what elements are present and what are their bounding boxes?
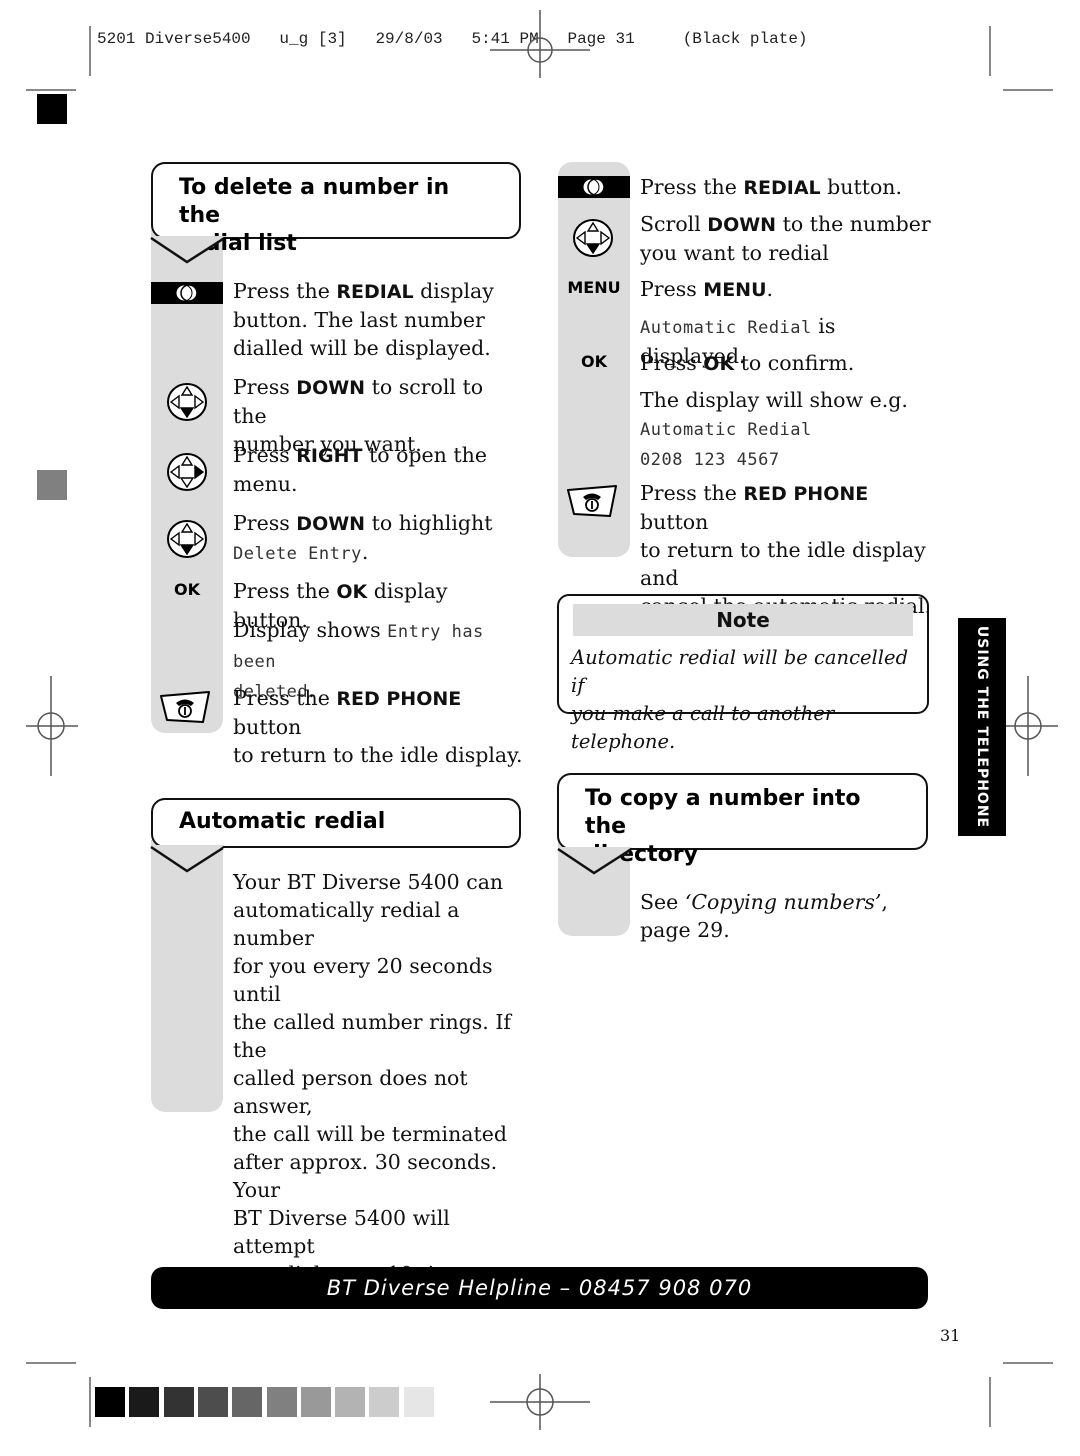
registration-mark-icon [26, 676, 78, 776]
ok-key-label: OK [581, 352, 607, 371]
red-phone-icon [160, 691, 210, 723]
calibration-swatch [300, 1387, 331, 1417]
crop-mark [26, 89, 76, 91]
lcd-text: Delete Entry [233, 544, 362, 564]
chapter-tab[interactable]: USING THE TELEPHONE [958, 618, 1006, 836]
header-pointer [557, 847, 632, 875]
redial-button-bar [558, 176, 630, 198]
auto-redial-description: Your BT Diverse 5400 can automatically re… [233, 868, 533, 1288]
step-text: Scroll DOWN to the number you want to red… [640, 212, 931, 265]
redial-icon [175, 284, 198, 302]
calibration-swatch [163, 1387, 194, 1417]
step-text: The display will show e.g. Automatic Redi… [640, 388, 908, 470]
crop-mark [89, 26, 91, 76]
print-slug: 5201 Diverse5400 u_g [3] 29/8/03 5:41 PM… [97, 30, 808, 48]
black-crop-square [37, 94, 67, 124]
note-box: Note Automatic redial will be cancelled … [557, 594, 929, 753]
registration-mark-icon [490, 1374, 590, 1430]
cross-reference-link[interactable]: ‘Copying numbers’ [685, 890, 882, 914]
menu-key-label: MENU [567, 278, 621, 297]
lcd-text: Automatic Redial [640, 420, 812, 440]
registration-mark-icon [490, 10, 590, 78]
crop-mark [89, 1377, 91, 1427]
calibration-swatch [95, 1387, 125, 1417]
step-text: Press the REDIAL button. [640, 175, 903, 199]
calibration-swatch [403, 1387, 434, 1417]
crop-mark [1003, 89, 1053, 91]
description-line: the called number rings. If the [233, 1010, 512, 1062]
gray-crop-square [37, 470, 67, 500]
crop-mark [1003, 1362, 1053, 1364]
navigation-down-icon [167, 383, 207, 421]
navigation-down-icon [573, 219, 613, 257]
description-line: Your BT Diverse 5400 can [233, 870, 504, 894]
header-pointer [150, 236, 225, 264]
step-text: Press MENU. [640, 277, 774, 301]
calibration-swatch [197, 1387, 228, 1417]
helpline-banner: BT Diverse Helpline – 08457 908 070 [151, 1267, 928, 1309]
copy-section-header: To copy a number into the directory [557, 773, 928, 867]
step-text: Press RIGHT to open the menu. [233, 443, 487, 496]
auto-section-header: Automatic redial [151, 798, 521, 848]
note-text: Automatic redial will be cancelled if you… [571, 646, 909, 753]
navigation-down-icon [167, 520, 207, 558]
step-text: Press the RED PHONE button to return to t… [233, 686, 523, 767]
page-number: 31 [940, 1326, 961, 1345]
description-line: the call will be terminated [233, 1122, 508, 1146]
redial-button-bar [151, 282, 223, 304]
step-text: Press the REDIAL display button. The las… [233, 279, 494, 360]
ok-key-label: OK [174, 580, 200, 599]
step-text: Press OK to confirm. [640, 351, 855, 375]
description-line: BT Diverse 5400 will attempt [233, 1206, 450, 1258]
auto-section-title: Automatic redial [179, 809, 386, 834]
delete-section-header: To delete a number in the redial list [151, 162, 521, 256]
redial-icon [582, 178, 605, 196]
description-line: automatically redial a number [233, 898, 460, 950]
lcd-text: Automatic Redial [640, 318, 812, 338]
calibration-swatch [369, 1387, 400, 1417]
description-line: called person does not answer, [233, 1066, 468, 1118]
note-title: Note [573, 604, 913, 636]
calibration-swatch [335, 1387, 366, 1417]
description-line: after approx. 30 seconds. Your [233, 1150, 498, 1202]
header-pointer [150, 845, 225, 873]
crop-mark [989, 1377, 991, 1427]
calibration-swatch [266, 1387, 297, 1417]
calibration-swatch [232, 1387, 263, 1417]
auto-icon-column [151, 840, 223, 1112]
crop-mark [26, 1362, 76, 1364]
crop-mark [989, 26, 991, 76]
step-text: Press DOWN to highlight Delete Entry. [233, 511, 493, 564]
red-phone-icon [567, 485, 617, 517]
step-text: See ‘Copying numbers’, page 29. [640, 890, 888, 942]
navigation-right-icon [167, 453, 207, 491]
calibration-swatch [129, 1387, 160, 1417]
lcd-text: 0208 123 4567 [640, 450, 780, 470]
chapter-tab-label: USING THE TELEPHONE [974, 625, 990, 829]
description-line: for you every 20 seconds until [233, 954, 493, 1006]
